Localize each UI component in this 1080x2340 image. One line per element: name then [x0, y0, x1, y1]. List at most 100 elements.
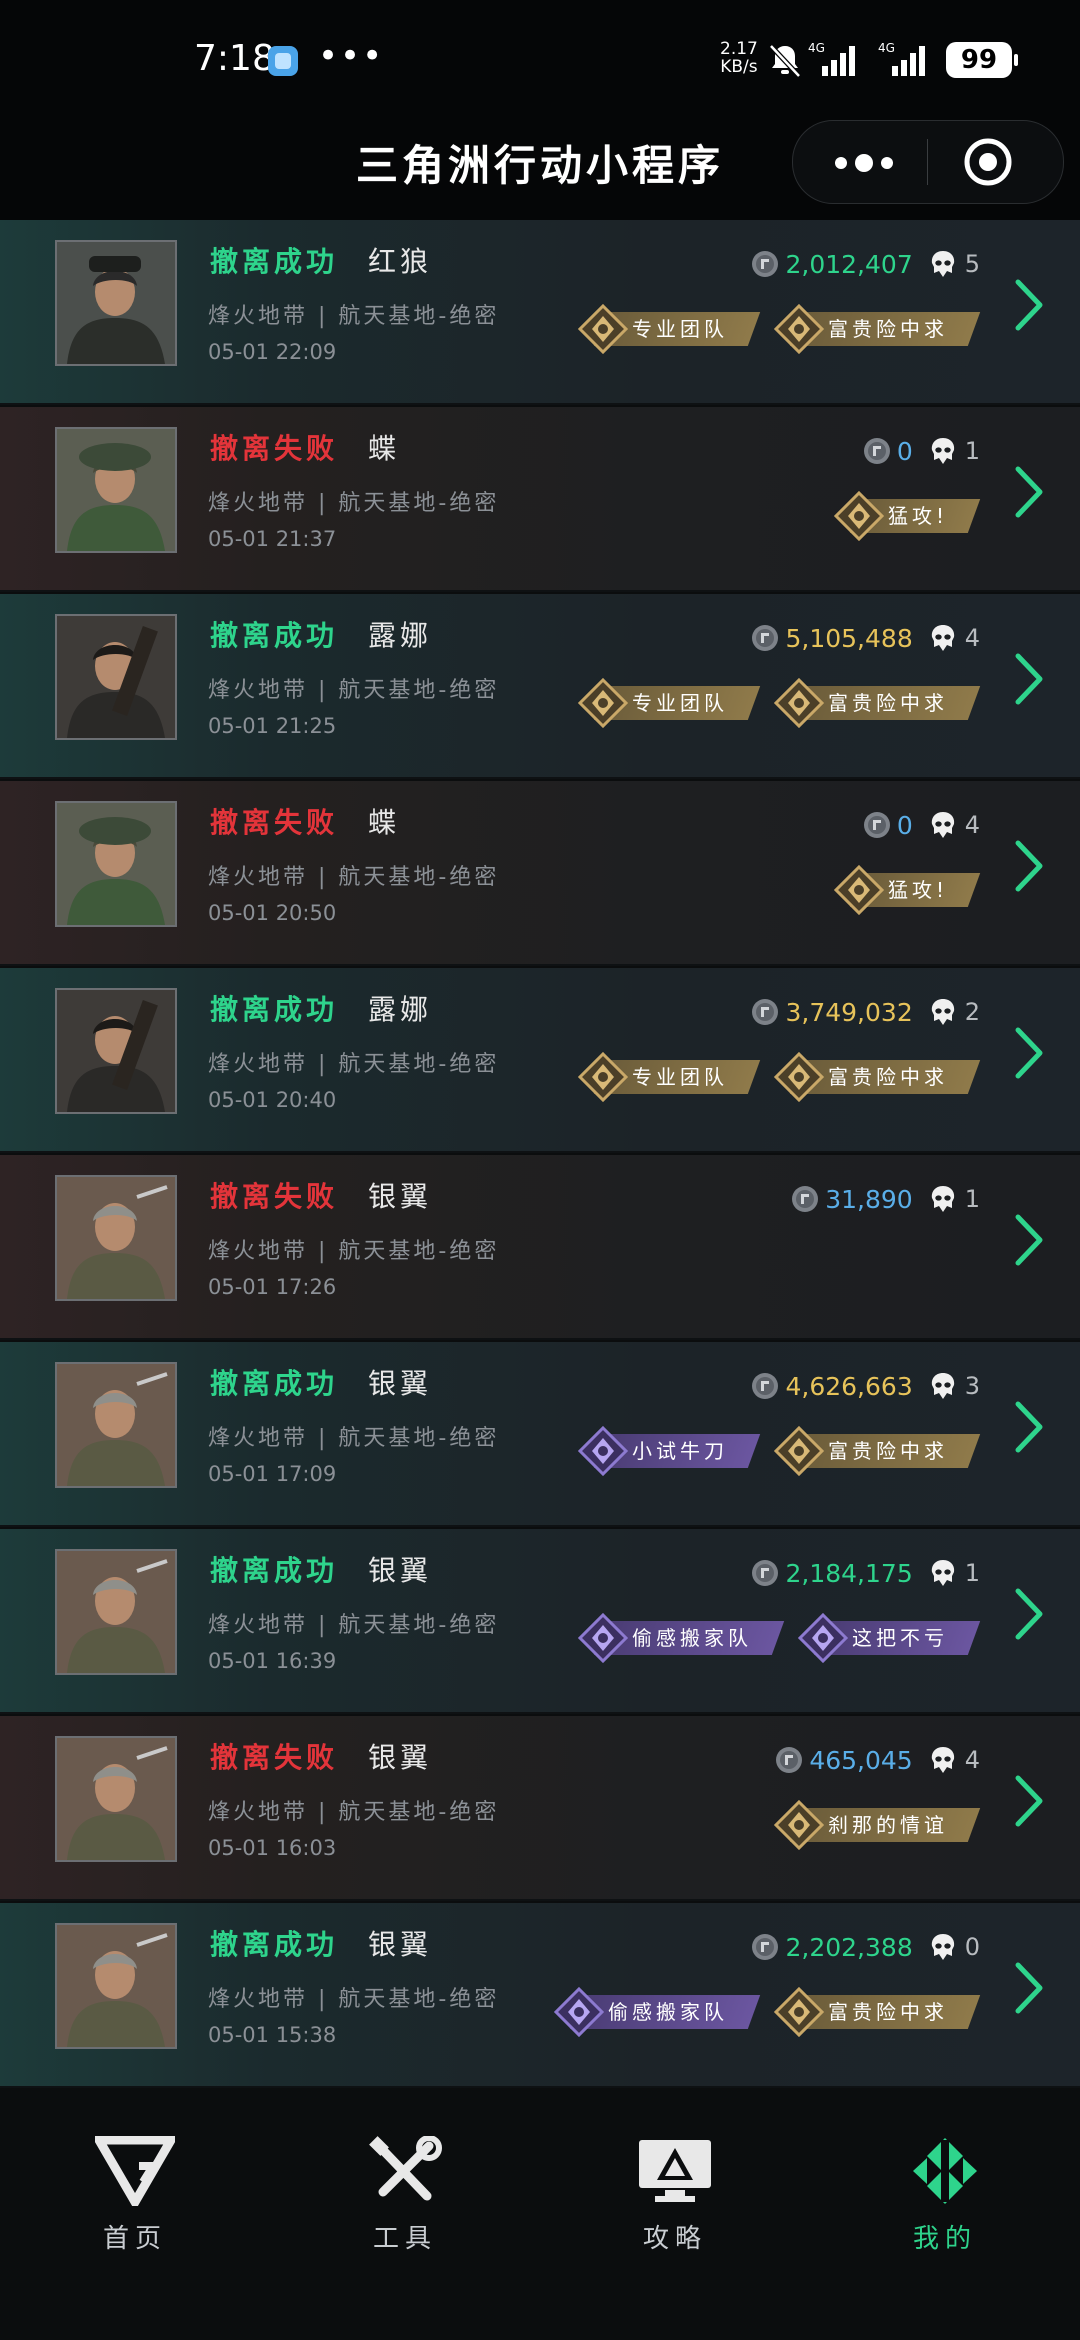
achievement-tag-label: 刹那的情谊	[828, 1813, 948, 1837]
match-stats: 2,202,388 0	[751, 1929, 980, 1965]
tab-profile-label: 我的	[912, 2224, 977, 2254]
match-record-row[interactable]: 撤离成功 银翼 烽火地带 | 航天基地-绝密 05-01 17:09 4,626…	[0, 1342, 1080, 1527]
purple-badge-icon	[578, 1613, 628, 1663]
close-miniprogram-icon[interactable]	[963, 137, 1013, 187]
achievement-tags: 偷感搬家队 富贵险中求	[534, 1987, 981, 2037]
tab-profile[interactable]: 我的	[865, 2136, 1025, 2255]
extraction-result: 撤离成功	[210, 245, 339, 278]
map-mode: 烽火地带 | 航天基地-绝密	[208, 1426, 500, 1451]
kill-skull-icon	[931, 812, 954, 838]
app-notification-icon	[268, 46, 298, 76]
currency-coin-icon	[752, 251, 779, 277]
currency-coin-icon	[776, 1747, 803, 1773]
achievement-tag: 猛攻!	[833, 865, 981, 915]
match-record-row[interactable]: 撤离失败 银翼 烽火地带 | 航天基地-绝密 05-01 17:26 31,89…	[0, 1155, 1080, 1340]
signal-type-1: 4G	[808, 41, 825, 55]
map-mode: 烽火地带 | 航天基地-绝密	[208, 1613, 500, 1638]
match-record-row[interactable]: 撤离失败 银翼 烽火地带 | 航天基地-绝密 05-01 16:03 465,0…	[0, 1716, 1080, 1901]
match-record-row[interactable]: 撤离成功 银翼 烽火地带 | 航天基地-绝密 05-01 15:38 2,202…	[0, 1903, 1080, 2088]
operator-avatar	[55, 427, 177, 553]
operator-name: 银翼	[368, 1741, 433, 1774]
currency-coin-icon	[752, 1934, 779, 1960]
kill-skull-icon	[931, 625, 954, 651]
kill-skull-icon	[931, 1186, 954, 1212]
gold-badge-icon	[774, 1800, 824, 1850]
match-time: 05-01 21:25	[208, 714, 337, 738]
network-speed-unit: KB/s	[720, 57, 758, 77]
profile-logo-icon	[913, 2138, 977, 2204]
achievement-tag-label: 专业团队	[632, 691, 728, 715]
tab-guide[interactable]: 攻略	[595, 2136, 755, 2255]
signal-strength-icon: 4G	[808, 41, 855, 76]
chevron-right-icon[interactable]	[1014, 1774, 1044, 1828]
achievement-tag: 富贵险中求	[774, 1052, 981, 1102]
achievement-tag-label: 猛攻!	[887, 878, 948, 902]
tab-tools[interactable]: 工具	[325, 2136, 485, 2255]
match-time: 05-01 16:03	[208, 1836, 337, 1860]
tab-home[interactable]: 首页	[55, 2136, 215, 2255]
extracted-value: 31,890	[825, 1184, 913, 1214]
match-time: 05-01 17:09	[208, 1462, 337, 1486]
chevron-right-icon[interactable]	[1014, 1026, 1044, 1080]
map-mode: 烽火地带 | 航天基地-绝密	[208, 1800, 500, 1825]
operator-avatar	[55, 1736, 177, 1862]
mute-bell-icon	[769, 44, 801, 78]
tools-icon	[369, 2136, 442, 2201]
signal-strength-icon-2: 4G	[878, 41, 925, 76]
status-bar: 7:18 ••• 2.17 KB/s 4G 4G 99	[0, 0, 1080, 120]
operator-name: 红狼	[368, 245, 433, 278]
achievement-tag: 这把不亏	[798, 1613, 981, 1663]
status-time: 7:18	[194, 38, 275, 79]
kill-skull-icon	[931, 1373, 954, 1399]
chevron-right-icon[interactable]	[1014, 278, 1044, 332]
match-time: 05-01 22:09	[208, 340, 337, 364]
match-record-row[interactable]: 撤离成功 露娜 烽火地带 | 航天基地-绝密 05-01 20:40 3,749…	[0, 968, 1080, 1153]
achievement-tag: 小试牛刀	[578, 1426, 761, 1476]
achievement-tags: 猛攻!	[814, 491, 981, 541]
tab-tools-label: 工具	[372, 2224, 437, 2254]
operator-avatar	[55, 1549, 177, 1675]
chevron-right-icon[interactable]	[1014, 1587, 1044, 1641]
extracted-value: 5,105,488	[785, 623, 913, 653]
achievement-tag-label: 专业团队	[632, 1065, 728, 1089]
match-record-row[interactable]: 撤离失败 蝶 烽火地带 | 航天基地-绝密 05-01 20:50 0 4 猛攻…	[0, 781, 1080, 966]
achievement-tags: 小试牛刀 富贵险中求	[558, 1426, 981, 1476]
operator-name: 银翼	[368, 1180, 433, 1213]
chevron-right-icon[interactable]	[1014, 839, 1044, 893]
gold-badge-icon	[774, 678, 824, 728]
achievement-tag: 偷感搬家队	[578, 1613, 785, 1663]
home-logo-icon	[95, 2136, 175, 2206]
chevron-right-icon[interactable]	[1014, 1961, 1044, 2015]
chevron-right-icon[interactable]	[1014, 465, 1044, 519]
gold-badge-icon	[578, 304, 628, 354]
chevron-right-icon[interactable]	[1014, 1213, 1044, 1267]
match-record-row[interactable]: 撤离成功 银翼 烽火地带 | 航天基地-绝密 05-01 16:39 2,184…	[0, 1529, 1080, 1714]
operator-avatar	[55, 1923, 177, 2049]
gold-badge-icon	[774, 1426, 824, 1476]
achievement-tag-label: 小试牛刀	[632, 1439, 728, 1463]
operator-name: 银翼	[368, 1367, 433, 1400]
kill-skull-icon	[931, 438, 954, 464]
operator-avatar	[55, 988, 177, 1114]
miniprogram-capsule	[792, 120, 1064, 204]
operator-name: 银翼	[368, 1928, 433, 1961]
operator-avatar	[55, 1362, 177, 1488]
gold-badge-icon	[833, 865, 884, 915]
achievement-tag-label: 富贵险中求	[828, 1065, 948, 1089]
match-record-row[interactable]: 撤离成功 红狼 烽火地带 | 航天基地-绝密 05-01 22:09 2,012…	[0, 220, 1080, 405]
chevron-right-icon[interactable]	[1014, 652, 1044, 706]
achievement-tag-label: 专业团队	[632, 317, 728, 341]
achievement-tag-label: 富贵险中求	[828, 691, 948, 715]
match-record-row[interactable]: 撤离成功 露娜 烽火地带 | 航天基地-绝密 05-01 21:25 5,105…	[0, 594, 1080, 779]
network-speed: 2.17 KB/s	[720, 40, 758, 76]
more-menu-icon[interactable]	[829, 143, 899, 183]
map-mode: 烽火地带 | 航天基地-绝密	[208, 1239, 500, 1264]
purple-badge-icon	[578, 1426, 628, 1476]
purple-badge-icon	[798, 1613, 848, 1663]
more-notifications-icon: •••	[318, 36, 385, 76]
chevron-right-icon[interactable]	[1014, 1400, 1044, 1454]
extracted-value: 3,749,032	[785, 997, 913, 1027]
match-stats: 5,105,488 4	[751, 620, 980, 656]
match-stats: 3,749,032 2	[751, 994, 980, 1030]
match-record-row[interactable]: 撤离失败 蝶 烽火地带 | 航天基地-绝密 05-01 21:37 0 1 猛攻…	[0, 407, 1080, 592]
